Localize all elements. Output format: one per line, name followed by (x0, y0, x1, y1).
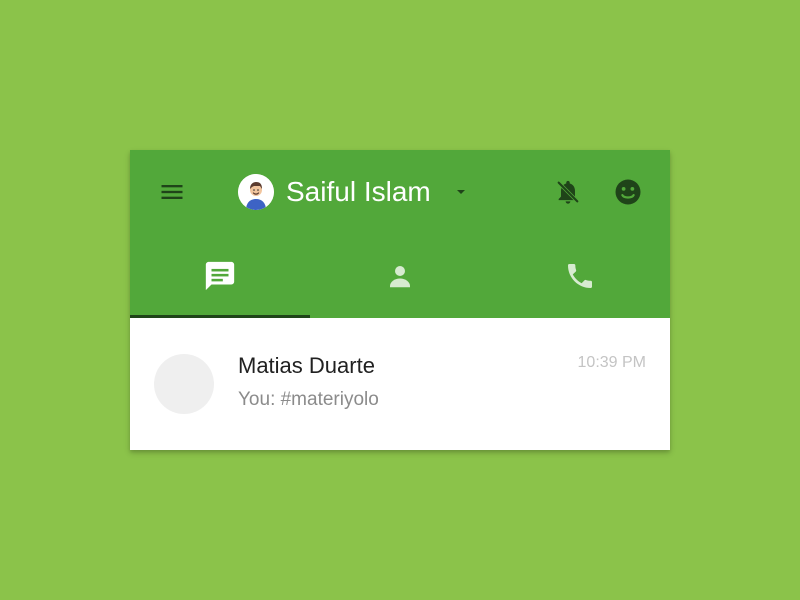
caret-down-icon (451, 182, 471, 202)
app-bar: Saiful Islam (130, 150, 670, 318)
conversation-row[interactable]: Matias Duarte You: #materiyolo 10:39 PM (130, 318, 670, 450)
conversation-card: Saiful Islam Matias Duarte You: #materiy… (130, 150, 670, 450)
notifications-muted-button[interactable] (550, 174, 586, 210)
top-bar: Saiful Islam (130, 150, 670, 234)
contact-avatar (154, 354, 214, 414)
emoji-icon (615, 179, 641, 205)
contact-name: Matias Duarte (238, 353, 375, 378)
message-preview: You: #materiyolo (238, 389, 379, 410)
tab-bar (130, 234, 670, 318)
person-icon (390, 266, 410, 288)
avatar (238, 174, 274, 210)
notifications-off-icon (556, 180, 580, 204)
account-name: Saiful Islam (286, 176, 431, 207)
message-time: 10:39 PM (577, 354, 646, 371)
avatar-icon (238, 174, 274, 210)
message-icon (205, 261, 235, 291)
phone-icon (568, 264, 592, 288)
account-switcher[interactable]: Saiful Islam (238, 174, 471, 210)
tab-messages[interactable] (130, 234, 310, 318)
emoji-button[interactable] (610, 174, 646, 210)
menu-button[interactable] (154, 174, 190, 210)
menu-icon (161, 185, 183, 199)
tab-calls[interactable] (490, 234, 670, 318)
tab-contacts[interactable] (310, 234, 490, 318)
